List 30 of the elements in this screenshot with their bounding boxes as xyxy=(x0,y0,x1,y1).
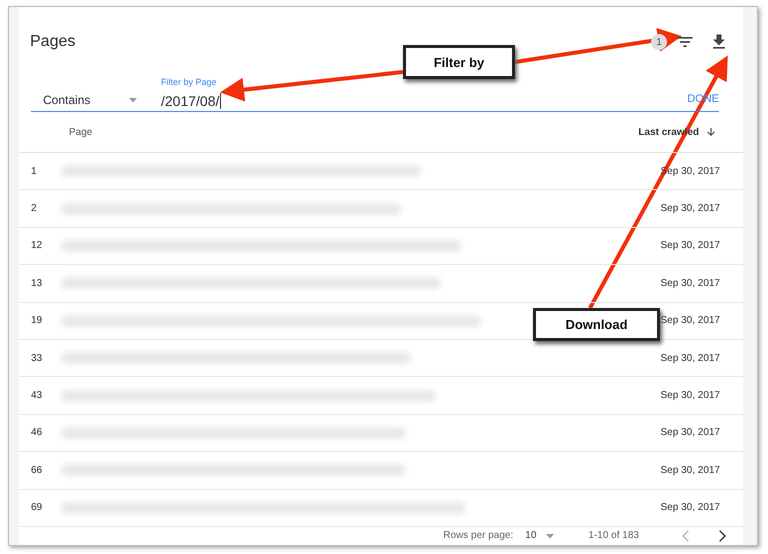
table-cell-text: 13 xyxy=(30,278,44,289)
table-cell-text: 66 xyxy=(30,464,44,476)
page-range: 1-10 of 183 xyxy=(588,530,639,542)
sort-arrow-icon[interactable] xyxy=(705,126,717,138)
column-header[interactable]: Page xyxy=(69,126,92,138)
table-cell-text: Sep 30, 2017 xyxy=(660,352,721,364)
rows-per-page-label: Rows per page: xyxy=(443,530,514,542)
table-cell-text: 46 xyxy=(30,427,44,438)
table-cell-text: 2 xyxy=(30,203,38,214)
table-cell-text: 69 xyxy=(30,502,44,514)
filter-field[interactable]: Filter by Page /2017/08/ xyxy=(161,77,688,109)
table-cell-text: 43 xyxy=(30,390,44,402)
rows-per-page-dropdown[interactable]: 10 xyxy=(525,530,556,542)
callout-label: Filter by xyxy=(403,45,515,79)
table-cell-text: Sep 30, 2017 xyxy=(660,203,721,214)
table-cell-text: Sep 30, 2017 xyxy=(660,240,721,252)
table-cell-text: 1 xyxy=(30,166,38,177)
callout-label: Download xyxy=(533,308,660,341)
table-cell-text: Sep 30, 2017 xyxy=(660,464,721,476)
operator-dropdown[interactable]: Contains xyxy=(31,93,147,109)
table-cell-text: Sep 30, 2017 xyxy=(660,427,721,438)
table-cell-text: Sep 30, 2017 xyxy=(660,315,721,326)
page-title: Pages xyxy=(30,33,76,51)
table-cell-text: Sep 30, 2017 xyxy=(660,278,721,289)
table-cell-text: Sep 30, 2017 xyxy=(660,502,721,514)
table-cell-text: 19 xyxy=(30,315,44,326)
filter-count-badge: 1 xyxy=(651,34,667,50)
table-cell-text: 33 xyxy=(30,352,44,364)
table-cell-text: Sep 30, 2017 xyxy=(660,390,721,402)
table-cell-text: 12 xyxy=(30,240,44,252)
